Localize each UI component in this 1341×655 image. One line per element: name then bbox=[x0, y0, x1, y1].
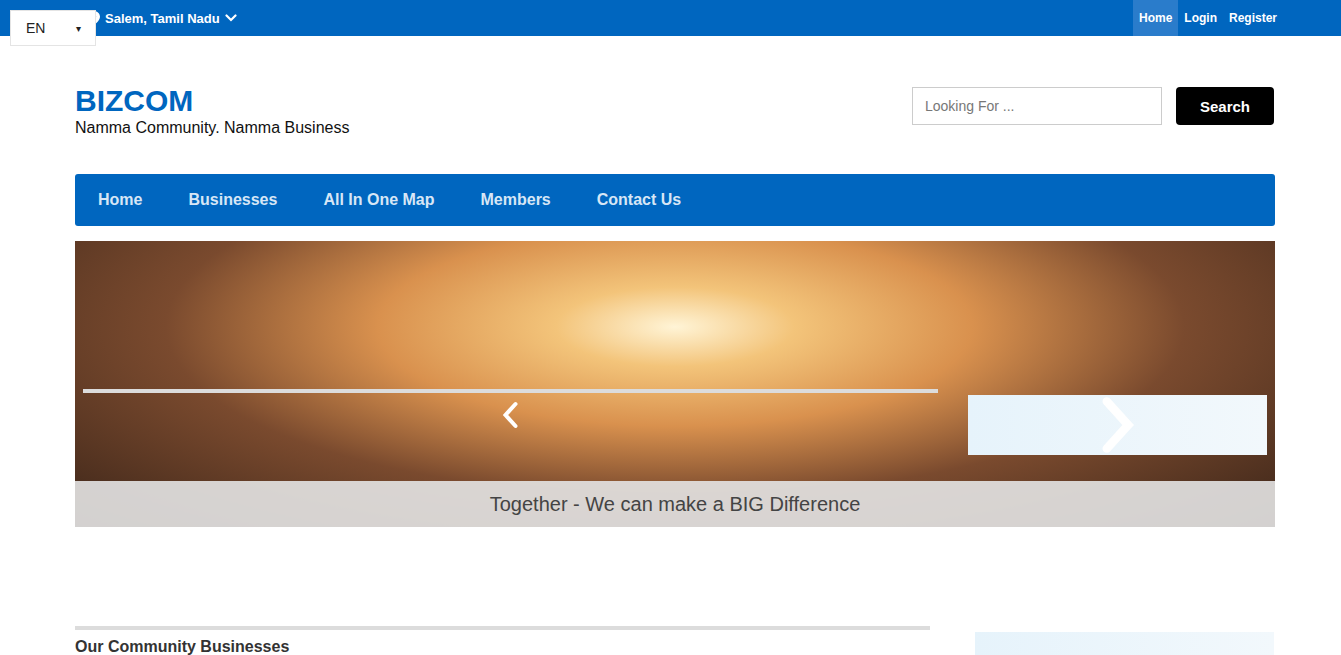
dropdown-arrow: ▾ bbox=[76, 23, 81, 34]
lower-section: Our Community Businesses bbox=[75, 626, 1275, 655]
arrow-right-icon[interactable] bbox=[968, 395, 1267, 455]
nav-item[interactable]: All In One Map bbox=[300, 191, 457, 209]
top-link[interactable]: Login bbox=[1178, 0, 1223, 36]
top-links: HomeLoginRegister bbox=[1133, 0, 1283, 36]
content: BIZCOM Namma Community. Namma Business S… bbox=[75, 36, 1275, 655]
chevron-down-icon bbox=[225, 13, 237, 23]
nav-item[interactable]: Businesses bbox=[165, 191, 300, 209]
search-button[interactable]: Search bbox=[1176, 87, 1274, 125]
search-input[interactable] bbox=[912, 87, 1162, 125]
search: Search bbox=[912, 87, 1274, 125]
top-link[interactable]: Home bbox=[1133, 0, 1178, 36]
main-nav: HomeBusinessesAll In One MapMembersConta… bbox=[75, 174, 1275, 226]
hero-slider: Together - We can make a BIG Difference bbox=[75, 241, 1275, 527]
header: BIZCOM Namma Community. Namma Business S… bbox=[75, 36, 1275, 174]
section-title: Our Community Businesses bbox=[75, 638, 930, 655]
brand-name: BIZCOM bbox=[75, 84, 349, 118]
language-value: EN bbox=[26, 20, 45, 36]
nav-item[interactable]: Contact Us bbox=[574, 191, 704, 209]
slider-caption: Together - We can make a BIG Difference bbox=[75, 481, 1275, 527]
location-selector[interactable]: Salem, Tamil Nadu bbox=[88, 0, 237, 36]
arrow-left-icon[interactable] bbox=[83, 389, 938, 429]
nav-item[interactable]: Members bbox=[458, 191, 574, 209]
nav-item[interactable]: Home bbox=[75, 191, 165, 209]
language-selector[interactable]: EN ▾ bbox=[10, 10, 96, 46]
sidebar-panel bbox=[975, 632, 1274, 655]
brand[interactable]: BIZCOM Namma Community. Namma Business bbox=[75, 84, 349, 138]
businesses-section: Our Community Businesses bbox=[75, 626, 930, 655]
top-link[interactable]: Register bbox=[1223, 0, 1283, 36]
page: Salem, Tamil Nadu HomeLoginRegister EN ▾… bbox=[0, 0, 1341, 655]
top-bar: Salem, Tamil Nadu HomeLoginRegister EN ▾ bbox=[0, 0, 1341, 36]
location-label: Salem, Tamil Nadu bbox=[105, 11, 220, 26]
brand-tagline: Namma Community. Namma Business bbox=[75, 118, 349, 138]
